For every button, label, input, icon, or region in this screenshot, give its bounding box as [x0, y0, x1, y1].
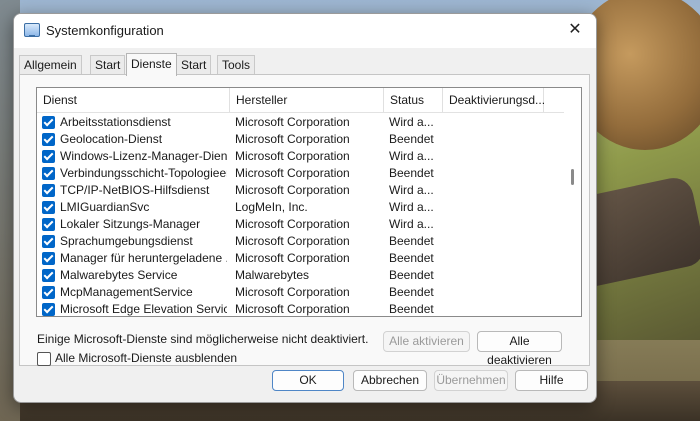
service-checkbox[interactable] [42, 167, 55, 180]
service-checkbox[interactable] [42, 286, 55, 299]
service-vendor: Microsoft Corporation [235, 132, 350, 146]
table-row[interactable]: LMIGuardianSvc LogMeIn, Inc. Wird a... [37, 199, 554, 216]
window-title: Systemkonfiguration [46, 23, 164, 38]
table-row[interactable]: Malwarebytes Service Malwarebytes Beendet [37, 267, 554, 284]
scroll-thumb[interactable] [571, 169, 574, 185]
system-configuration-window: Systemkonfiguration ✕ Allgemein Start Di… [13, 13, 597, 403]
service-checkbox[interactable] [42, 235, 55, 248]
service-vendor: Microsoft Corporation [235, 149, 350, 163]
close-button[interactable]: ✕ [562, 18, 588, 42]
service-vendor: LogMeIn, Inc. [235, 200, 308, 214]
service-vendor: Microsoft Corporation [235, 183, 350, 197]
service-name: McpManagementService [60, 285, 193, 299]
cancel-button[interactable]: Abbrechen [353, 370, 427, 391]
service-status: Beendet [389, 302, 434, 316]
service-status: Beendet [389, 251, 434, 265]
column-header-vendor[interactable]: Hersteller [230, 88, 384, 112]
service-checkbox[interactable] [42, 150, 55, 163]
service-name: Geolocation-Dienst [60, 132, 163, 146]
service-status: Wird a... [389, 115, 434, 129]
disable-all-button[interactable]: Alle deaktivieren [477, 331, 562, 367]
service-status: Wird a... [389, 200, 434, 214]
service-checkbox[interactable] [42, 116, 55, 129]
tab-boot[interactable]: Start [90, 55, 126, 74]
table-row[interactable]: Sprachumgebungsdienst Microsoft Corporati… [37, 233, 554, 250]
service-name: Malwarebytes Service [60, 268, 178, 282]
service-status: Beendet [389, 166, 434, 180]
service-status: Wird a... [389, 183, 434, 197]
service-checkbox[interactable] [42, 218, 55, 231]
table-row[interactable]: Geolocation-Dienst Microsoft Corporation B… [37, 131, 554, 148]
tab-tools[interactable]: Tools [217, 55, 256, 74]
service-status: Beendet [389, 234, 434, 248]
service-checkbox[interactable] [42, 201, 55, 214]
service-name: Sprachumgebungsdienst [60, 234, 193, 248]
service-name: Windows-Lizenz-Manager-Dienst [60, 149, 227, 163]
service-name: Manager für heruntergeladene ... [60, 251, 227, 265]
service-name: Lokaler Sitzungs-Manager [60, 217, 201, 231]
ok-button[interactable]: OK [272, 370, 344, 391]
tab-startup[interactable]: Start [176, 55, 212, 74]
service-status: Beendet [389, 285, 434, 299]
service-vendor: Malwarebytes [235, 268, 310, 282]
table-row[interactable]: Manager für heruntergeladene ... Microsof… [37, 250, 554, 267]
table-row[interactable]: Lokaler Sitzungs-Manager Microsoft Corpor… [37, 216, 554, 233]
service-status: Beendet [389, 268, 434, 282]
msconfig-icon [24, 23, 40, 37]
column-header-status[interactable]: Status [384, 88, 443, 112]
column-header-disabled-date[interactable]: Deaktivierungsd... [443, 88, 545, 112]
service-name: Microsoft Edge Elevation Service... [60, 302, 227, 316]
hide-microsoft-services-checkbox[interactable] [37, 352, 51, 366]
table-row[interactable]: Windows-Lizenz-Manager-Dienst Microsoft C… [37, 148, 554, 165]
table-row[interactable]: Microsoft Edge Elevation Service... Micro… [37, 301, 554, 316]
table-row[interactable]: McpManagementService Microsoft Corporatio… [37, 284, 554, 301]
service-name: Arbeitsstationsdienst [60, 115, 171, 129]
service-vendor: Microsoft Corporation [235, 302, 350, 316]
services-panel: Dienst Hersteller Status Deaktivierungsd… [19, 74, 590, 367]
hide-microsoft-services-label: Alle Microsoft-Dienste ausblenden [55, 351, 238, 365]
service-vendor: Microsoft Corporation [235, 115, 350, 129]
table-row[interactable]: TCP/IP-NetBIOS-Hilfsdienst Microsoft Corp… [37, 182, 554, 199]
table-row[interactable]: Verbindungsschicht-Topologieer... Microso… [37, 165, 554, 182]
tab-general[interactable]: Allgemein [19, 55, 82, 74]
title-bar: Systemkonfiguration ✕ [14, 14, 596, 48]
table-row[interactable]: Arbeitsstationsdienst Microsoft Corporati… [37, 114, 554, 131]
services-list[interactable]: Dienst Hersteller Status Deaktivierungsd… [36, 87, 582, 317]
service-vendor: Microsoft Corporation [235, 234, 350, 248]
help-button[interactable]: Hilfe [515, 370, 588, 391]
service-vendor: Microsoft Corporation [235, 166, 350, 180]
service-name: TCP/IP-NetBIOS-Hilfsdienst [60, 183, 210, 197]
list-scrollbar[interactable] [564, 112, 581, 316]
service-checkbox[interactable] [42, 269, 55, 282]
service-checkbox[interactable] [42, 133, 55, 146]
column-header-service[interactable]: Dienst [37, 88, 230, 112]
service-checkbox[interactable] [42, 303, 55, 316]
enable-all-button[interactable]: Alle aktivieren [383, 331, 470, 352]
service-status: Wird a... [389, 217, 434, 231]
service-status: Beendet [389, 132, 434, 146]
apply-button[interactable]: Übernehmen [434, 370, 508, 391]
service-vendor: Microsoft Corporation [235, 251, 350, 265]
service-name: Verbindungsschicht-Topologieer... [60, 166, 227, 180]
service-vendor: Microsoft Corporation [235, 285, 350, 299]
microsoft-services-note: Einige Microsoft-Dienste sind möglicherw… [37, 332, 369, 346]
service-checkbox[interactable] [42, 252, 55, 265]
service-name: LMIGuardianSvc [60, 200, 150, 214]
service-checkbox[interactable] [42, 184, 55, 197]
service-status: Wird a... [389, 149, 434, 163]
list-header: Dienst Hersteller Status Deaktivierungsd… [37, 88, 581, 113]
tab-services[interactable]: Dienste [126, 53, 177, 76]
service-vendor: Microsoft Corporation [235, 217, 350, 231]
